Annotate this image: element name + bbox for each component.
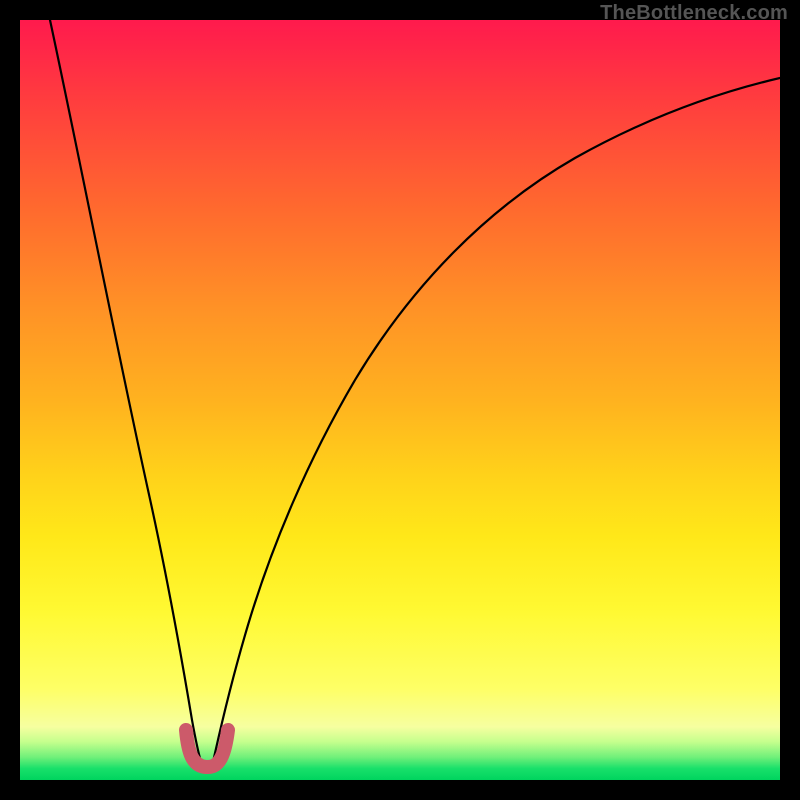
curve-left-branch: [50, 20, 201, 762]
curve-right-branch: [213, 78, 780, 762]
curves-layer: [20, 20, 780, 780]
plot-area: [20, 20, 780, 780]
trough-u-marker: [186, 730, 228, 767]
chart-frame: TheBottleneck.com: [0, 0, 800, 800]
